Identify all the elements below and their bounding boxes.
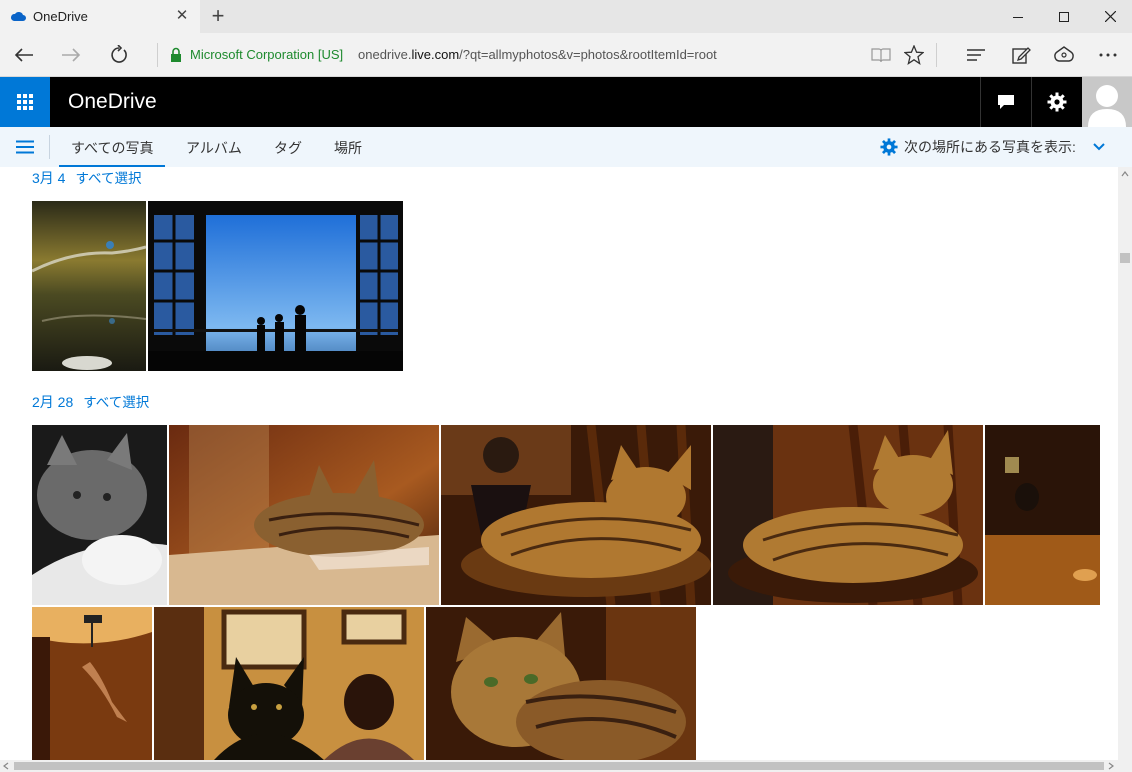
app-header: OneDrive — [0, 77, 1132, 127]
date-group-header: 2月 28 すべて選択 — [32, 391, 149, 412]
app-brand[interactable]: OneDrive — [68, 90, 157, 114]
share-button[interactable] — [1049, 41, 1079, 69]
star-icon — [904, 45, 924, 65]
more-dots-icon — [1099, 53, 1117, 57]
group-date: 2月 28 — [32, 394, 74, 410]
photo-thumbnail-black-cat[interactable] — [154, 607, 424, 760]
refresh-button[interactable] — [104, 41, 134, 69]
tab-title: OneDrive — [33, 9, 88, 24]
photo-thumbnail-cat-closeup[interactable] — [426, 607, 696, 760]
settings-button[interactable] — [1031, 77, 1081, 127]
show-location-label: 次の場所にある写真を表示: — [904, 139, 1076, 155]
photo-thumbnail-window-silhouettes[interactable] — [148, 201, 403, 371]
close-icon — [1104, 11, 1116, 22]
photo-kingfisher-image — [32, 201, 146, 371]
tab-all-photos[interactable]: すべての写真 — [58, 138, 167, 167]
lock-icon — [171, 47, 181, 62]
chevron-down-icon — [1093, 143, 1105, 151]
menu-button[interactable] — [12, 137, 38, 157]
url-text: onedrive.live.com/?qt=allmyphotos&v=phot… — [358, 47, 717, 62]
favorite-button[interactable] — [899, 41, 929, 69]
forward-button[interactable] — [56, 41, 86, 69]
horizontal-scroll-thumb[interactable] — [14, 762, 1104, 770]
photo-cat-jumping-image — [32, 607, 152, 760]
photo-cat-bw-image — [32, 425, 167, 605]
photo-window-silhouettes-image — [148, 201, 403, 371]
photo-thumbnail-cat-jumping[interactable] — [32, 607, 152, 760]
address-field[interactable]: Microsoft Corporation [US] onedrive.live… — [160, 41, 860, 69]
photo-cat-closeup-image — [426, 607, 696, 760]
maximize-icon — [1059, 11, 1069, 22]
photo-gallery: 3月 4 すべて選択 2月 28 すべて選択 — [0, 167, 1118, 760]
more-button[interactable] — [1093, 41, 1123, 69]
group-date: 3月 4 — [32, 170, 66, 186]
gear-icon — [880, 138, 898, 156]
user-silhouette-icon — [1088, 85, 1126, 127]
photo-black-cat-image — [154, 607, 424, 760]
photo-dark-room-image — [985, 425, 1100, 605]
maximize-button[interactable] — [1041, 0, 1087, 33]
url-host-main: live.com — [411, 47, 460, 62]
pen-note-icon — [1012, 47, 1031, 64]
scroll-left-icon[interactable] — [3, 762, 9, 770]
tab-albums[interactable]: アルバム — [186, 138, 242, 158]
back-button[interactable] — [9, 41, 39, 69]
tab-places[interactable]: 場所 — [334, 138, 362, 158]
photos-nav: すべての写真 アルバム タグ 場所 次の場所にある写真を表示: — [0, 127, 1132, 167]
tab-close-icon[interactable]: ✕ — [174, 6, 190, 24]
horizontal-scrollbar[interactable] — [0, 760, 1132, 772]
photo-thumbnail-dark-room[interactable] — [985, 425, 1100, 605]
web-note-button[interactable] — [1006, 41, 1036, 69]
photo-thumbnail-cat-chair-2[interactable] — [713, 425, 983, 605]
photo-thumbnail-cat-chair-1[interactable] — [441, 425, 711, 605]
select-all-link[interactable]: すべて選択 — [83, 395, 149, 410]
tab-tags[interactable]: タグ — [274, 138, 302, 158]
new-tab-button[interactable]: + — [207, 3, 229, 29]
avatar[interactable] — [1082, 77, 1132, 127]
certificate-org: Microsoft Corporation [US] — [190, 47, 344, 62]
photo-cat-chair-1-image — [441, 425, 711, 605]
chat-bubble-icon — [997, 95, 1014, 109]
feedback-button[interactable] — [980, 77, 1030, 127]
show-photos-from-dropdown[interactable]: 次の場所にある写真を表示: — [880, 136, 1106, 158]
hub-icon — [967, 49, 985, 61]
browser-tab-onedrive[interactable]: OneDrive ✕ — [0, 0, 200, 33]
gear-icon — [1047, 92, 1066, 112]
photo-thumbnail-cat-sleeping-table[interactable] — [169, 425, 439, 605]
title-bar: OneDrive ✕ + — [0, 0, 1132, 33]
refresh-icon — [111, 45, 127, 63]
vertical-scrollbar[interactable] — [1118, 167, 1132, 760]
photo-cat-chair-2-image — [713, 425, 983, 605]
scroll-right-icon[interactable] — [1108, 762, 1114, 770]
select-all-link[interactable]: すべて選択 — [75, 171, 141, 186]
onedrive-cloud-icon — [10, 11, 26, 21]
share-icon — [1054, 46, 1074, 62]
reading-view-button[interactable] — [866, 41, 896, 69]
address-toolbar: Microsoft Corporation [US] onedrive.live… — [0, 33, 1132, 77]
minimize-button[interactable] — [995, 0, 1041, 33]
waffle-icon — [17, 94, 33, 110]
photo-cat-sleeping-table-image — [169, 425, 439, 605]
scroll-up-icon[interactable] — [1121, 171, 1129, 177]
url-path: /?qt=allmyphotos&v=photos&rootItemId=roo… — [459, 47, 717, 62]
photo-thumbnail-kingfisher[interactable] — [32, 201, 146, 371]
forward-arrow-icon — [62, 48, 81, 62]
reading-view-icon — [871, 48, 891, 63]
vertical-scroll-thumb[interactable] — [1120, 253, 1130, 263]
photo-thumbnail-cat-bw[interactable] — [32, 425, 167, 605]
hub-button[interactable] — [961, 41, 991, 69]
app-launcher-button[interactable] — [0, 77, 50, 127]
back-arrow-icon — [14, 48, 33, 62]
url-host-dim: onedrive. — [358, 47, 412, 62]
date-group-header: 3月 4 すべて選択 — [32, 167, 141, 188]
hamburger-icon — [16, 140, 34, 154]
minimize-icon — [1013, 16, 1023, 18]
close-window-button[interactable] — [1087, 0, 1132, 33]
